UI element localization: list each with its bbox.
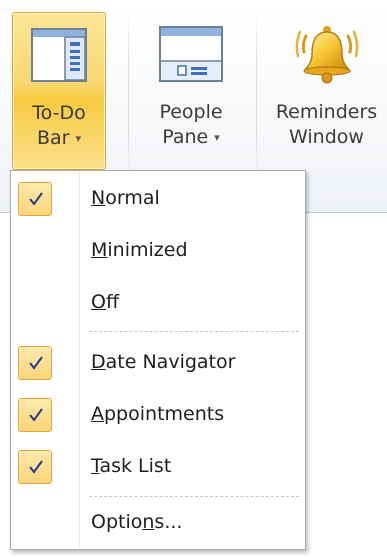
todo-bar-button[interactable]: To-Do Bar ▾: [12, 12, 106, 170]
checkmark-icon: [18, 182, 52, 216]
checkmark-icon: [18, 346, 52, 380]
people-pane-icon: [158, 18, 224, 90]
menu-separator: [89, 496, 299, 497]
reminders-window-button[interactable]: Reminders Window: [266, 12, 387, 170]
people-pane-label: People Pane ▾: [159, 101, 223, 148]
bell-icon: [294, 18, 360, 90]
dropdown-arrow-icon: ▾: [214, 131, 220, 144]
menu-item-task-list[interactable]: Task List: [11, 447, 305, 489]
menu-item-options[interactable]: Options...: [11, 503, 305, 545]
dropdown-arrow-icon: ▾: [75, 132, 82, 145]
checkmark-icon: [18, 450, 52, 484]
menu-item-normal[interactable]: Normal: [11, 179, 305, 221]
menu-item-off[interactable]: Off: [11, 283, 305, 325]
menu-separator: [89, 331, 299, 332]
menu-item-appointments[interactable]: Appointments: [11, 395, 305, 437]
people-pane-button[interactable]: People Pane ▾: [138, 12, 244, 170]
todo-bar-label: To-Do Bar ▾: [32, 102, 86, 149]
todo-bar-dropdown-menu: Normal Minimized Off Date Navigator Appo…: [10, 170, 306, 550]
menu-item-minimized[interactable]: Minimized: [11, 231, 305, 273]
reminders-window-label: Reminders Window: [275, 101, 378, 148]
checkmark-icon: [18, 398, 52, 432]
menu-item-date-navigator[interactable]: Date Navigator: [11, 343, 305, 385]
todo-bar-icon: [30, 19, 88, 91]
